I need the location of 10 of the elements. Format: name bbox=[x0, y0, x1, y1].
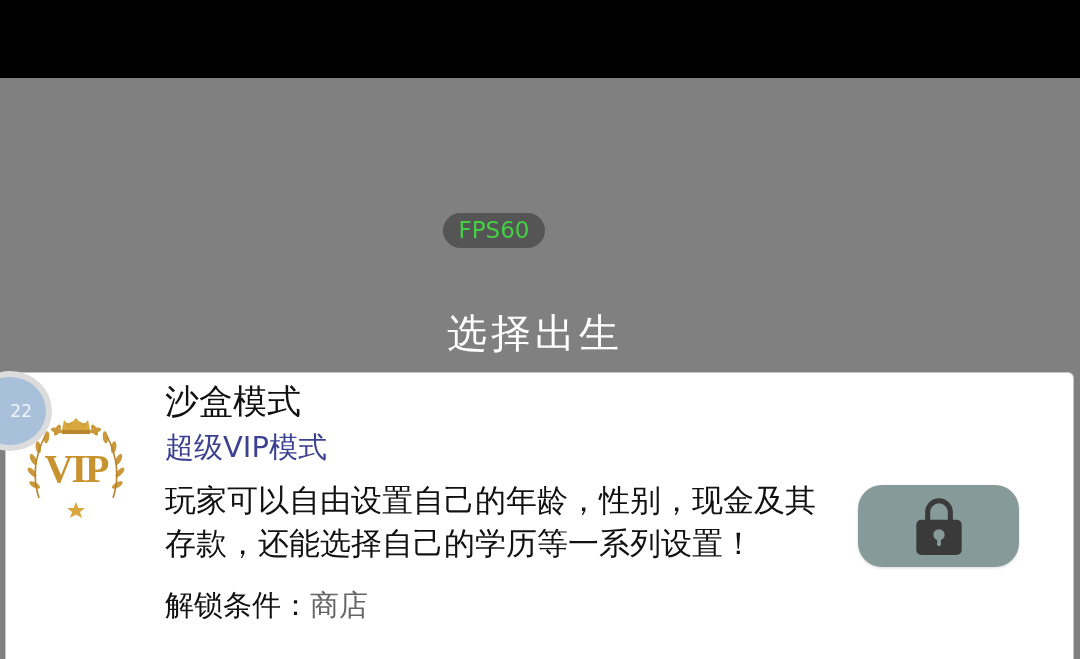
level-number: 22 bbox=[10, 401, 33, 421]
fps-counter: FPS60 bbox=[442, 213, 546, 248]
emblem-text: VIP bbox=[43, 448, 109, 490]
lock-button[interactable] bbox=[858, 485, 1019, 567]
mode-subtitle: 超级VIP模式 bbox=[165, 429, 327, 466]
mode-description: 玩家可以自由设置自己的年龄，性别，现金及其存款，还能选择自己的学历等一系列设置！ bbox=[165, 481, 817, 563]
page-title: 选择出生 bbox=[447, 309, 623, 358]
unlock-label: 解锁条件： bbox=[165, 588, 310, 622]
unlock-value: 商店 bbox=[310, 588, 368, 622]
mode-title: 沙盒模式 bbox=[165, 380, 301, 423]
